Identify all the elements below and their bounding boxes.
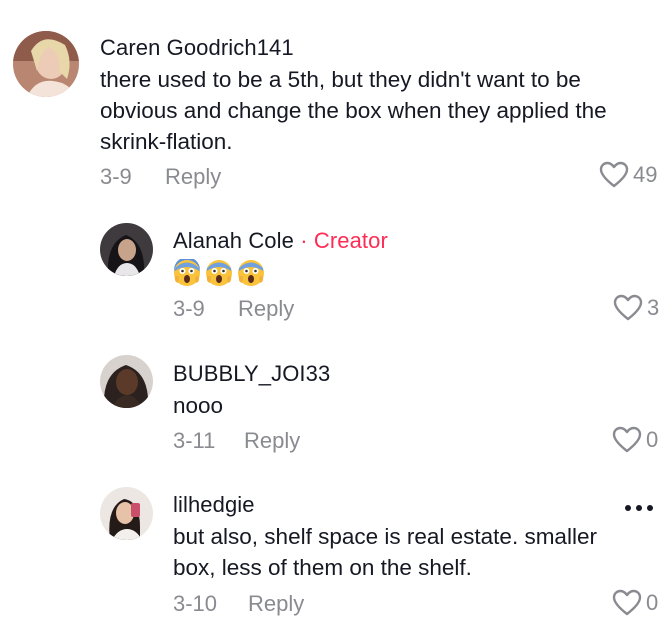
like-count: 3 bbox=[647, 294, 660, 320]
heart-outline-icon bbox=[612, 426, 642, 453]
more-horizontal-icon[interactable] bbox=[625, 505, 653, 511]
comment-text: there used to be a 5th, but they didn't … bbox=[100, 64, 660, 157]
avatar[interactable] bbox=[100, 355, 153, 408]
comment-text-line: skrink-flation. bbox=[100, 129, 233, 154]
like-count: 49 bbox=[633, 161, 658, 187]
creator-badge: · Creator bbox=[300, 228, 388, 253]
like-button[interactable]: 0 bbox=[612, 426, 658, 453]
comment-date: 3-9 bbox=[100, 164, 132, 189]
face-screaming-in-fear-icon bbox=[205, 259, 233, 287]
like-button[interactable]: 0 bbox=[612, 589, 658, 616]
heart-outline-icon bbox=[613, 294, 643, 321]
reply-date: 3-10 bbox=[173, 591, 218, 616]
like-count: 0 bbox=[646, 426, 659, 452]
reply-username: Alanah Cole · Creator bbox=[173, 228, 388, 254]
avatar[interactable] bbox=[13, 31, 79, 97]
face-screaming-in-fear-icon bbox=[237, 259, 265, 287]
reply-text-line: box, less of them on the shelf. bbox=[173, 555, 472, 580]
heart-outline-icon bbox=[612, 589, 642, 616]
emoji-row bbox=[173, 257, 265, 287]
avatar[interactable] bbox=[100, 223, 153, 276]
reply-text-line: but also, shelf space is real estate. sm… bbox=[173, 524, 597, 549]
comment-text-line: obvious and change the box when they app… bbox=[100, 98, 607, 123]
reply-date: 3-11 bbox=[173, 428, 216, 453]
reply-button[interactable]: Reply bbox=[238, 296, 294, 322]
like-count: 0 bbox=[646, 589, 659, 615]
reply-button[interactable]: Reply bbox=[248, 591, 304, 617]
avatar[interactable] bbox=[100, 487, 153, 540]
face-screaming-in-fear-icon bbox=[173, 257, 201, 287]
reply-username[interactable]: BUBBLY_JOI33 bbox=[173, 361, 330, 387]
reply-button[interactable]: Reply bbox=[165, 164, 221, 190]
comment-username[interactable]: Caren Goodrich141 bbox=[100, 35, 294, 61]
reply-date: 3-9 bbox=[173, 296, 205, 321]
reply-button[interactable]: Reply bbox=[244, 428, 300, 454]
comment-text-line: there used to be a 5th, but they didn't … bbox=[100, 67, 581, 92]
like-button[interactable]: 3 bbox=[613, 294, 659, 321]
reply-text: but also, shelf space is real estate. sm… bbox=[173, 521, 653, 583]
reply-text: nooo bbox=[173, 393, 224, 418]
reply-username-text[interactable]: Alanah Cole bbox=[173, 228, 294, 253]
heart-outline-icon bbox=[599, 161, 629, 188]
like-button[interactable]: 49 bbox=[599, 161, 657, 188]
reply-username[interactable]: lilhedgie bbox=[173, 492, 255, 518]
